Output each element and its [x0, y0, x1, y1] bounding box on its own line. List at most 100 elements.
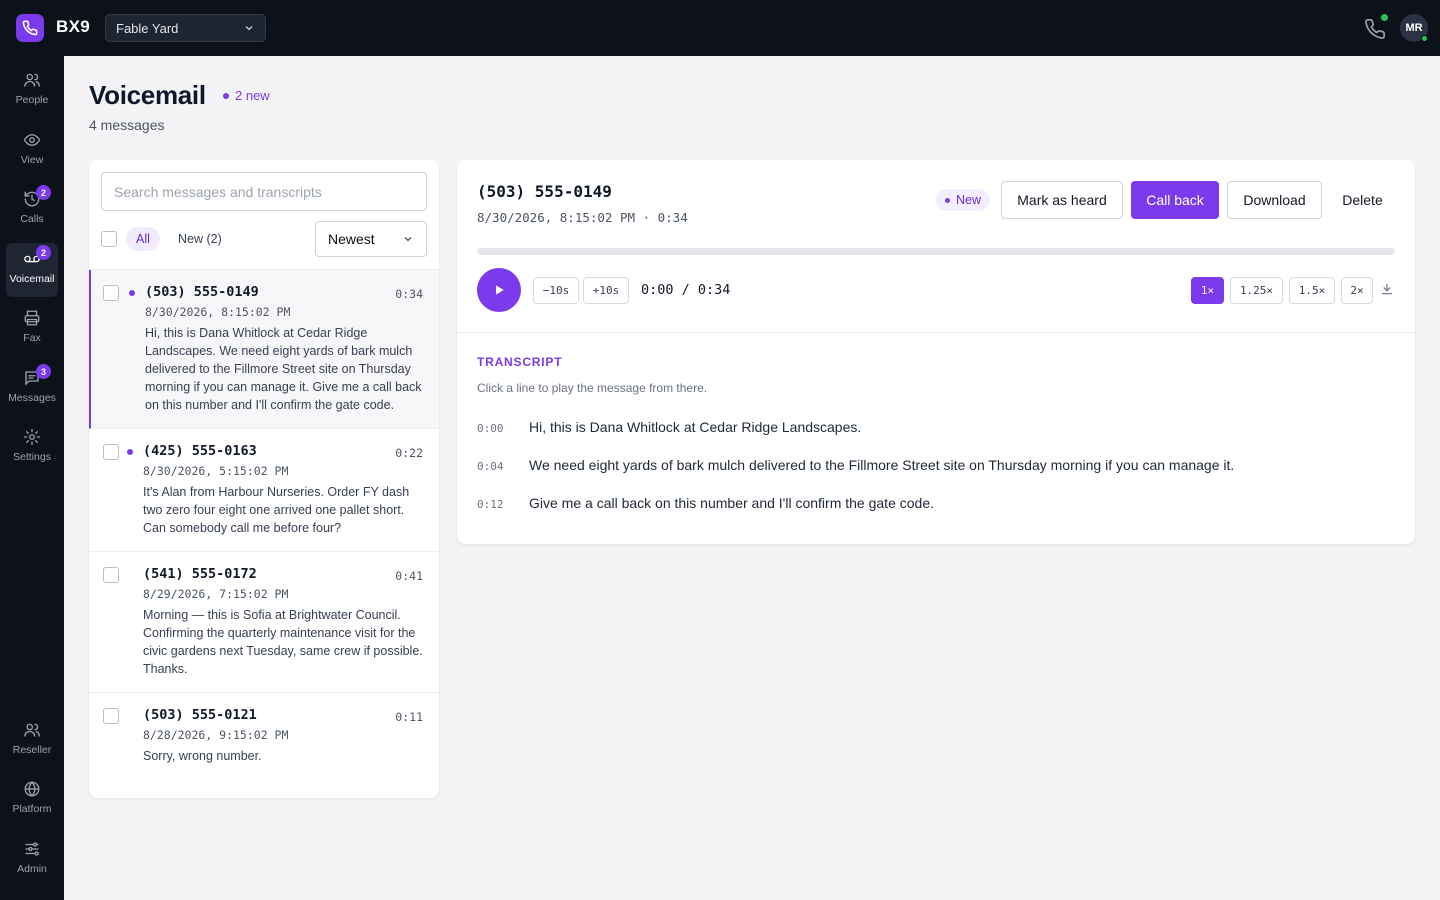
download-button[interactable]: Download	[1227, 181, 1322, 219]
row-date: 8/30/2026, 8:15:02 PM	[145, 305, 291, 319]
nav-label: View	[20, 154, 44, 166]
transcript-line[interactable]: 0:04 We need eight yards of bark mulch d…	[477, 457, 1234, 473]
unread-dot	[129, 290, 135, 296]
sidebar-item-platform[interactable]: Platform	[6, 773, 58, 827]
playback-time: 0:00 / 0:34	[641, 282, 731, 298]
chevron-down-icon	[404, 237, 412, 242]
row-checkbox[interactable]	[103, 444, 119, 460]
row-duration: 0:22	[395, 446, 423, 460]
gear-icon	[23, 428, 41, 446]
row-snippet: Hi, this is Dana Whitlock at Cedar Ridge…	[145, 326, 422, 412]
speed-1.5x-button[interactable]: 1.5×	[1289, 277, 1335, 304]
section-divider	[457, 332, 1415, 333]
sidebar-item-view[interactable]: View	[6, 124, 58, 178]
filter-all-tab[interactable]: All	[126, 227, 160, 251]
nav-label: Admin	[17, 863, 47, 875]
transcript-hint: Click a line to play the message from th…	[477, 381, 708, 395]
sidebar-item-voicemail[interactable]: Voicemail 2	[6, 243, 58, 297]
messages-badge: 3	[36, 364, 51, 379]
transcript-timestamp: 0:00	[477, 422, 504, 435]
brand-name: BX9	[56, 17, 90, 36]
transcript-line[interactable]: 0:00 Hi, this is Dana Whitlock at Cedar …	[477, 419, 861, 435]
message-row[interactable]: (503) 555-0121 0:11 8/28/2026, 9:15:02 P…	[89, 693, 439, 779]
status-label: New	[956, 193, 982, 207]
row-snippet: Sorry, wrong number.	[143, 749, 262, 763]
call-back-button[interactable]: Call back	[1131, 181, 1219, 219]
transcript-line[interactable]: 0:12 Give me a call back on this number …	[477, 495, 934, 511]
row-phone: (425) 555-0163	[143, 443, 257, 459]
transcript-text: Hi, this is Dana Whitlock at Cedar Ridge…	[529, 419, 862, 435]
softphone-icon[interactable]	[1364, 18, 1386, 40]
sidebar: People View Calls 2 Voicemail 2 Fax Mess…	[0, 56, 64, 900]
globe-icon	[24, 781, 40, 797]
sidebar-item-fax[interactable]: Fax	[6, 302, 58, 356]
row-date: 8/28/2026, 9:15:02 PM	[143, 728, 289, 742]
nav-label: Calls	[20, 213, 44, 225]
org-selector[interactable]: Fable Yard	[105, 14, 266, 42]
message-row[interactable]: (541) 555-0172 0:41 8/29/2026, 7:15:02 P…	[89, 552, 439, 693]
speed-1.25x-button[interactable]: 1.25×	[1230, 277, 1283, 304]
top-bar: BX9 Fable Yard MR	[0, 0, 1440, 56]
detail-meta: 8/30/2026, 8:15:02 PM · 0:34	[477, 210, 688, 225]
sort-value: Newest	[328, 231, 375, 247]
filter-new-tab[interactable]: New (2)	[178, 227, 222, 251]
message-row[interactable]: (503) 555-0149 0:34 8/30/2026, 8:15:02 P…	[89, 270, 439, 429]
sidebar-item-settings[interactable]: Settings	[6, 421, 58, 475]
nav-label: People	[15, 94, 49, 106]
nav-label: Voicemail	[9, 273, 55, 285]
row-checkbox[interactable]	[103, 567, 119, 583]
row-date: 8/29/2026, 7:15:02 PM	[143, 587, 289, 601]
row-snippet: Morning — this is Sofia at Brightwater C…	[143, 608, 423, 676]
softphone-status-dot	[1381, 14, 1388, 21]
phone-icon	[22, 20, 38, 36]
app-logo[interactable]	[16, 14, 44, 42]
speed-1x-button[interactable]: 1×	[1191, 277, 1224, 304]
row-checkbox[interactable]	[103, 285, 119, 301]
speed-2x-button[interactable]: 2×	[1341, 277, 1373, 304]
voicemail-badge: 2	[36, 245, 51, 260]
download-icon[interactable]	[1380, 282, 1394, 296]
nav-label: Reseller	[12, 744, 52, 756]
playback-progress-bar[interactable]	[477, 248, 1395, 255]
row-date: 8/30/2026, 5:15:02 PM	[143, 464, 289, 478]
status-badge: New	[936, 189, 991, 211]
new-count-indicator: 2 new	[223, 88, 270, 103]
nav-label: Settings	[13, 451, 51, 463]
row-checkbox[interactable]	[103, 708, 119, 724]
presence-dot	[1421, 35, 1428, 42]
transcript-timestamp: 0:04	[477, 460, 504, 473]
message-count: 4 messages	[89, 117, 165, 133]
row-duration: 0:41	[395, 569, 423, 583]
nav-label: Fax	[23, 332, 41, 344]
row-phone: (503) 555-0149	[145, 284, 259, 300]
printer-icon	[24, 310, 40, 326]
select-all-checkbox[interactable]	[101, 231, 117, 247]
play-icon	[496, 285, 504, 295]
forward-10s-button[interactable]: +10s	[583, 277, 629, 304]
sidebar-item-calls[interactable]: Calls 2	[6, 183, 58, 237]
nav-label: Platform	[12, 803, 52, 815]
unread-dot	[127, 449, 133, 455]
people-icon	[24, 73, 40, 87]
play-button[interactable]	[477, 268, 521, 312]
search-input[interactable]	[101, 172, 427, 211]
row-phone: (541) 555-0172	[143, 566, 257, 582]
sidebar-item-messages[interactable]: Messages 3	[6, 362, 58, 416]
mark-as-heard-button[interactable]: Mark as heard	[1001, 181, 1123, 219]
delete-button[interactable]: Delete	[1330, 181, 1395, 219]
sidebar-item-admin[interactable]: Admin	[6, 833, 58, 887]
sidebar-item-reseller[interactable]: Reseller	[6, 714, 58, 768]
row-phone: (503) 555-0121	[143, 707, 257, 723]
new-dot	[223, 92, 229, 99]
rewind-10s-button[interactable]: −10s	[533, 277, 579, 304]
message-row[interactable]: (425) 555-0163 0:22 8/30/2026, 5:15:02 P…	[89, 429, 439, 552]
sidebar-item-people[interactable]: People	[6, 64, 58, 118]
chevron-down-icon	[245, 26, 253, 31]
transcript-timestamp: 0:12	[477, 498, 504, 511]
transcript-text: We need eight yards of bark mulch delive…	[529, 457, 1235, 473]
transcript-title: TRANSCRIPT	[477, 355, 563, 369]
detail-phone: (503) 555-0149	[477, 182, 612, 201]
message-list-panel: All New (2) Newest (503) 555-0149 0:34 8…	[89, 160, 439, 798]
sort-select[interactable]: Newest	[315, 221, 427, 257]
nav-label: Messages	[8, 392, 56, 404]
